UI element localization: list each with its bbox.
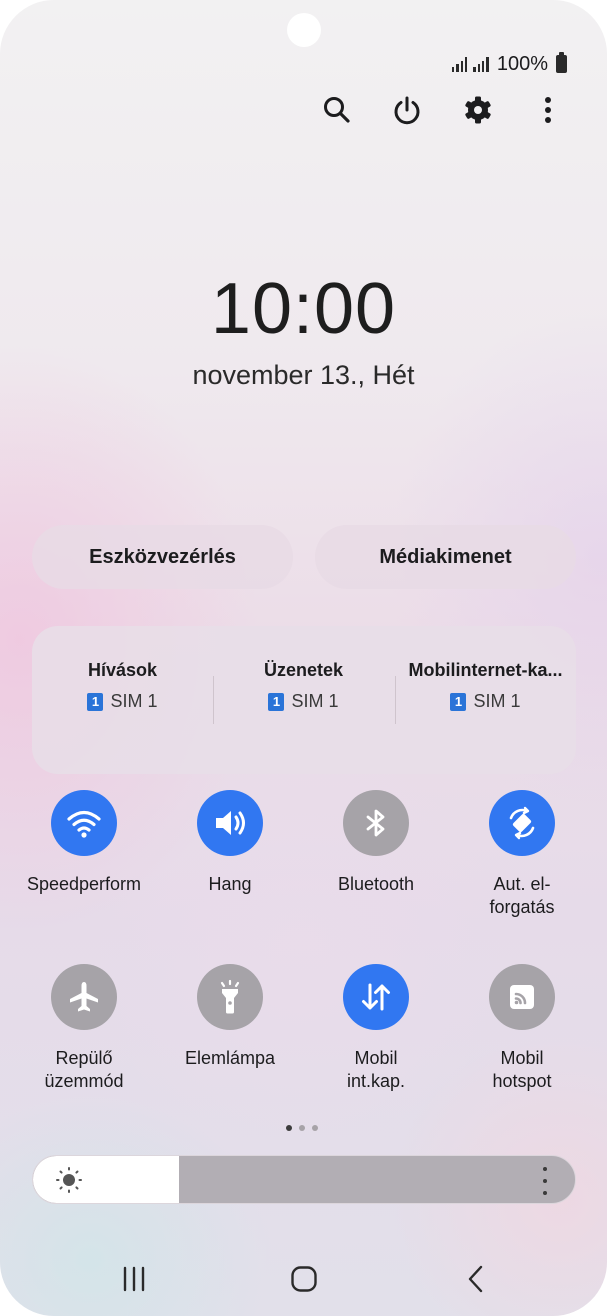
power-icon	[394, 96, 420, 125]
power-button[interactable]	[385, 88, 429, 132]
more-options-button[interactable]	[526, 88, 570, 132]
tile-label: Mobil hotspot	[492, 1048, 552, 1091]
sim-card-icon: 1	[268, 692, 285, 711]
tile-label: Repülő üzemmód	[44, 1048, 124, 1091]
tile-button[interactable]	[51, 964, 117, 1030]
airplane-icon	[70, 982, 98, 1012]
tile-label: Aut. el-forgatás	[489, 874, 555, 917]
tile-label: Speedperform	[26, 874, 142, 894]
tile-mobile-data[interactable]: Mobil int.kap.	[303, 964, 449, 1093]
settings-button[interactable]	[456, 88, 500, 132]
status-bar: 100%	[451, 51, 567, 77]
brightness-slider[interactable]	[32, 1155, 576, 1204]
page-indicator	[286, 1125, 318, 1131]
sim-item-value: SIM 1	[110, 691, 158, 711]
tile-sound[interactable]: Hang	[157, 790, 303, 896]
sound-icon	[216, 811, 245, 835]
auto-rotate-icon	[509, 806, 535, 840]
signal-icon	[451, 56, 468, 72]
clock-time[interactable]: 10:00	[0, 268, 607, 350]
wifi-icon	[67, 810, 101, 838]
device-control-button[interactable]: Eszközvezérlés	[32, 525, 293, 589]
home-button[interactable]	[274, 1257, 334, 1301]
sim-item-value: SIM 1	[291, 691, 339, 711]
tile-button[interactable]	[51, 790, 117, 856]
more-options-icon	[545, 97, 551, 123]
page-dot	[299, 1125, 305, 1131]
bluetooth-icon	[366, 809, 385, 837]
hotspot-icon	[510, 985, 534, 1009]
tile-button[interactable]	[197, 790, 263, 856]
sim-calls-item[interactable]: Hívások 1 SIM 1	[32, 660, 213, 712]
tile-button[interactable]	[489, 790, 555, 856]
sim-item-title: Üzenetek	[263, 660, 344, 680]
camera-cutout	[287, 13, 321, 47]
tile-button[interactable]	[489, 964, 555, 1030]
brightness-icon	[56, 1167, 82, 1193]
tile-button[interactable]	[343, 790, 409, 856]
sim-card-icon: 1	[450, 692, 467, 711]
clock-date[interactable]: november 13., Hét	[0, 360, 607, 391]
back-button[interactable]	[446, 1257, 506, 1301]
phone-screen: 100% 10:00 november 13., Hét Eszközvezér…	[0, 0, 607, 1316]
tile-airplane-mode[interactable]: Repülő üzemmód	[11, 964, 157, 1093]
tile-button[interactable]	[197, 964, 263, 1030]
sim-mobile-data-item[interactable]: Mobilinternet-ka... 1 SIM 1	[395, 660, 576, 712]
recent-apps-icon	[123, 1266, 145, 1292]
battery-icon	[556, 52, 567, 73]
tile-wifi[interactable]: Speedperform	[11, 790, 157, 896]
back-icon	[468, 1265, 483, 1293]
tile-label: Elemlámpa	[184, 1048, 276, 1068]
media-output-button[interactable]: Médiakimenet	[315, 525, 576, 589]
search-button[interactable]	[315, 88, 359, 132]
brightness-options-button[interactable]	[535, 1167, 555, 1195]
tile-bluetooth[interactable]: Bluetooth	[303, 790, 449, 896]
tile-label: Mobil int.kap.	[346, 1048, 406, 1091]
tile-button[interactable]	[343, 964, 409, 1030]
sim-item-value: SIM 1	[473, 691, 521, 711]
page-dot	[312, 1125, 318, 1131]
signal-icon	[473, 56, 489, 72]
tile-mobile-hotspot[interactable]: Mobil hotspot	[449, 964, 595, 1093]
page-dot	[286, 1125, 292, 1131]
sim-manager-panel: Hívások 1 SIM 1 Üzenetek 1 SIM 1 Mobilin…	[32, 626, 576, 774]
sim-messages-item[interactable]: Üzenetek 1 SIM 1	[213, 660, 394, 712]
home-icon	[291, 1266, 317, 1292]
sim-card-icon: 1	[87, 692, 104, 711]
tile-label: Hang	[208, 874, 252, 894]
flashlight-icon	[220, 979, 240, 1014]
tile-label: Bluetooth	[337, 874, 415, 894]
recent-apps-button[interactable]	[104, 1257, 164, 1301]
sim-item-title: Hívások	[87, 660, 158, 680]
search-icon	[324, 97, 350, 123]
sim-item-title: Mobilinternet-ka...	[408, 660, 563, 680]
tile-auto-rotate[interactable]: Aut. el-forgatás	[449, 790, 595, 919]
gear-icon	[465, 96, 491, 124]
tile-flashlight[interactable]: Elemlámpa	[157, 964, 303, 1070]
mobile-data-icon	[362, 983, 390, 1011]
battery-percent: 100%	[496, 52, 548, 75]
